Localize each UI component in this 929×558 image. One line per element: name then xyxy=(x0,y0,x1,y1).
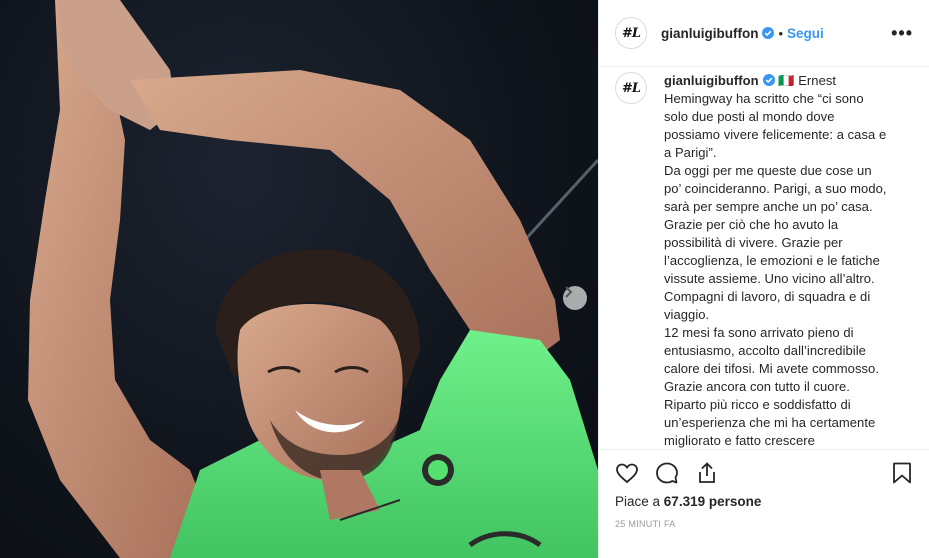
caption-intro: 🇮🇹 Ernest xyxy=(778,73,837,88)
caption-avatar[interactable]: #L xyxy=(615,72,647,104)
avatar[interactable]: #L xyxy=(615,17,647,49)
likes-suffix: persone xyxy=(708,494,762,509)
post-header: #L gianluigibuffon • Segui ••• xyxy=(599,0,929,67)
caption-body: Hemingway ha scritto che “ci sono solo d… xyxy=(664,91,887,448)
action-icons xyxy=(615,450,914,496)
separator-dot: • xyxy=(778,25,784,41)
post-side-panel: #L gianluigibuffon • Segui ••• #L gianlu… xyxy=(598,0,929,558)
likes-prefix: Piace a xyxy=(615,494,661,509)
more-options-button[interactable]: ••• xyxy=(891,23,913,44)
bookmark-icon[interactable] xyxy=(890,461,914,485)
caption-scroll-area[interactable]: #L gianluigibuffon 🇮🇹 Ernest Hemingway h… xyxy=(599,67,929,449)
verified-badge-icon xyxy=(762,74,775,86)
post-actions: Piace a 67.319 persone 25 MINUTI FA xyxy=(599,449,929,529)
verified-badge-icon xyxy=(762,27,775,39)
chevron-right-icon xyxy=(565,286,573,298)
avatar-logo: #L xyxy=(621,25,641,41)
likes-count: 67.319 xyxy=(663,494,706,509)
comment-icon[interactable] xyxy=(655,461,679,485)
caption-text: gianluigibuffon 🇮🇹 Ernest Hemingway ha s… xyxy=(664,72,890,449)
caption-username[interactable]: gianluigibuffon xyxy=(664,73,759,88)
caption-row: #L gianluigibuffon 🇮🇹 Ernest Hemingway h… xyxy=(599,67,929,449)
post-photo xyxy=(28,0,598,558)
next-media-button[interactable] xyxy=(563,286,587,310)
follow-button[interactable]: Segui xyxy=(787,26,824,41)
caption-avatar-logo: #L xyxy=(621,80,641,96)
share-icon[interactable] xyxy=(695,461,719,485)
post-timestamp[interactable]: 25 MINUTI FA xyxy=(615,519,914,529)
header-username[interactable]: gianluigibuffon xyxy=(661,26,758,41)
heart-icon[interactable] xyxy=(615,461,639,485)
likes-summary[interactable]: Piace a 67.319 persone xyxy=(615,494,914,509)
post-media[interactable] xyxy=(0,0,598,558)
